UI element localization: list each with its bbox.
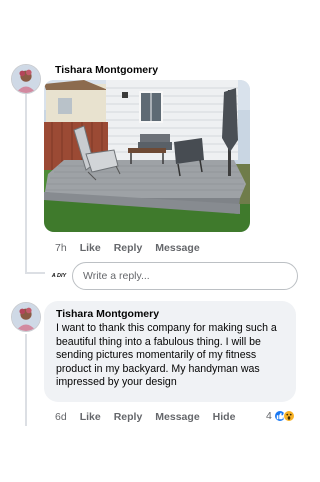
comment-thread: Tishara Montgomery 7h Like Reply Message… (0, 0, 312, 482)
thread-line (25, 94, 27, 274)
comment-author[interactable]: Tishara Montgomery (56, 308, 286, 320)
comment-text: I want to thank this company for making … (56, 322, 277, 389)
comment-time[interactable]: 7h (55, 242, 67, 254)
comment-actions: 6d Like Reply Message Hide (55, 411, 235, 423)
thread-line (25, 334, 27, 426)
comment-author[interactable]: Tishara Montgomery (55, 64, 158, 76)
comment-photo[interactable] (44, 80, 250, 232)
hide-button[interactable]: Hide (213, 411, 236, 423)
comment-bubble: Tishara Montgomery I want to thank this … (44, 301, 296, 402)
reaction-summary[interactable]: 4 (266, 409, 295, 423)
reply-button[interactable]: Reply (114, 242, 143, 254)
thread-line (25, 272, 45, 274)
like-button[interactable]: Like (80, 242, 101, 254)
wow-icon (282, 410, 295, 422)
avatar[interactable] (11, 64, 41, 94)
message-button[interactable]: Message (155, 411, 199, 423)
avatar[interactable] (11, 302, 41, 332)
page-avatar: A DIY (51, 273, 67, 279)
reply-button[interactable]: Reply (114, 411, 143, 423)
reply-input[interactable]: Write a reply... (72, 262, 298, 290)
comment-actions: 7h Like Reply Message (55, 242, 200, 254)
like-button[interactable]: Like (80, 411, 101, 423)
comment-time[interactable]: 6d (55, 411, 67, 423)
reaction-count: 4 (266, 410, 272, 422)
message-button[interactable]: Message (155, 242, 199, 254)
